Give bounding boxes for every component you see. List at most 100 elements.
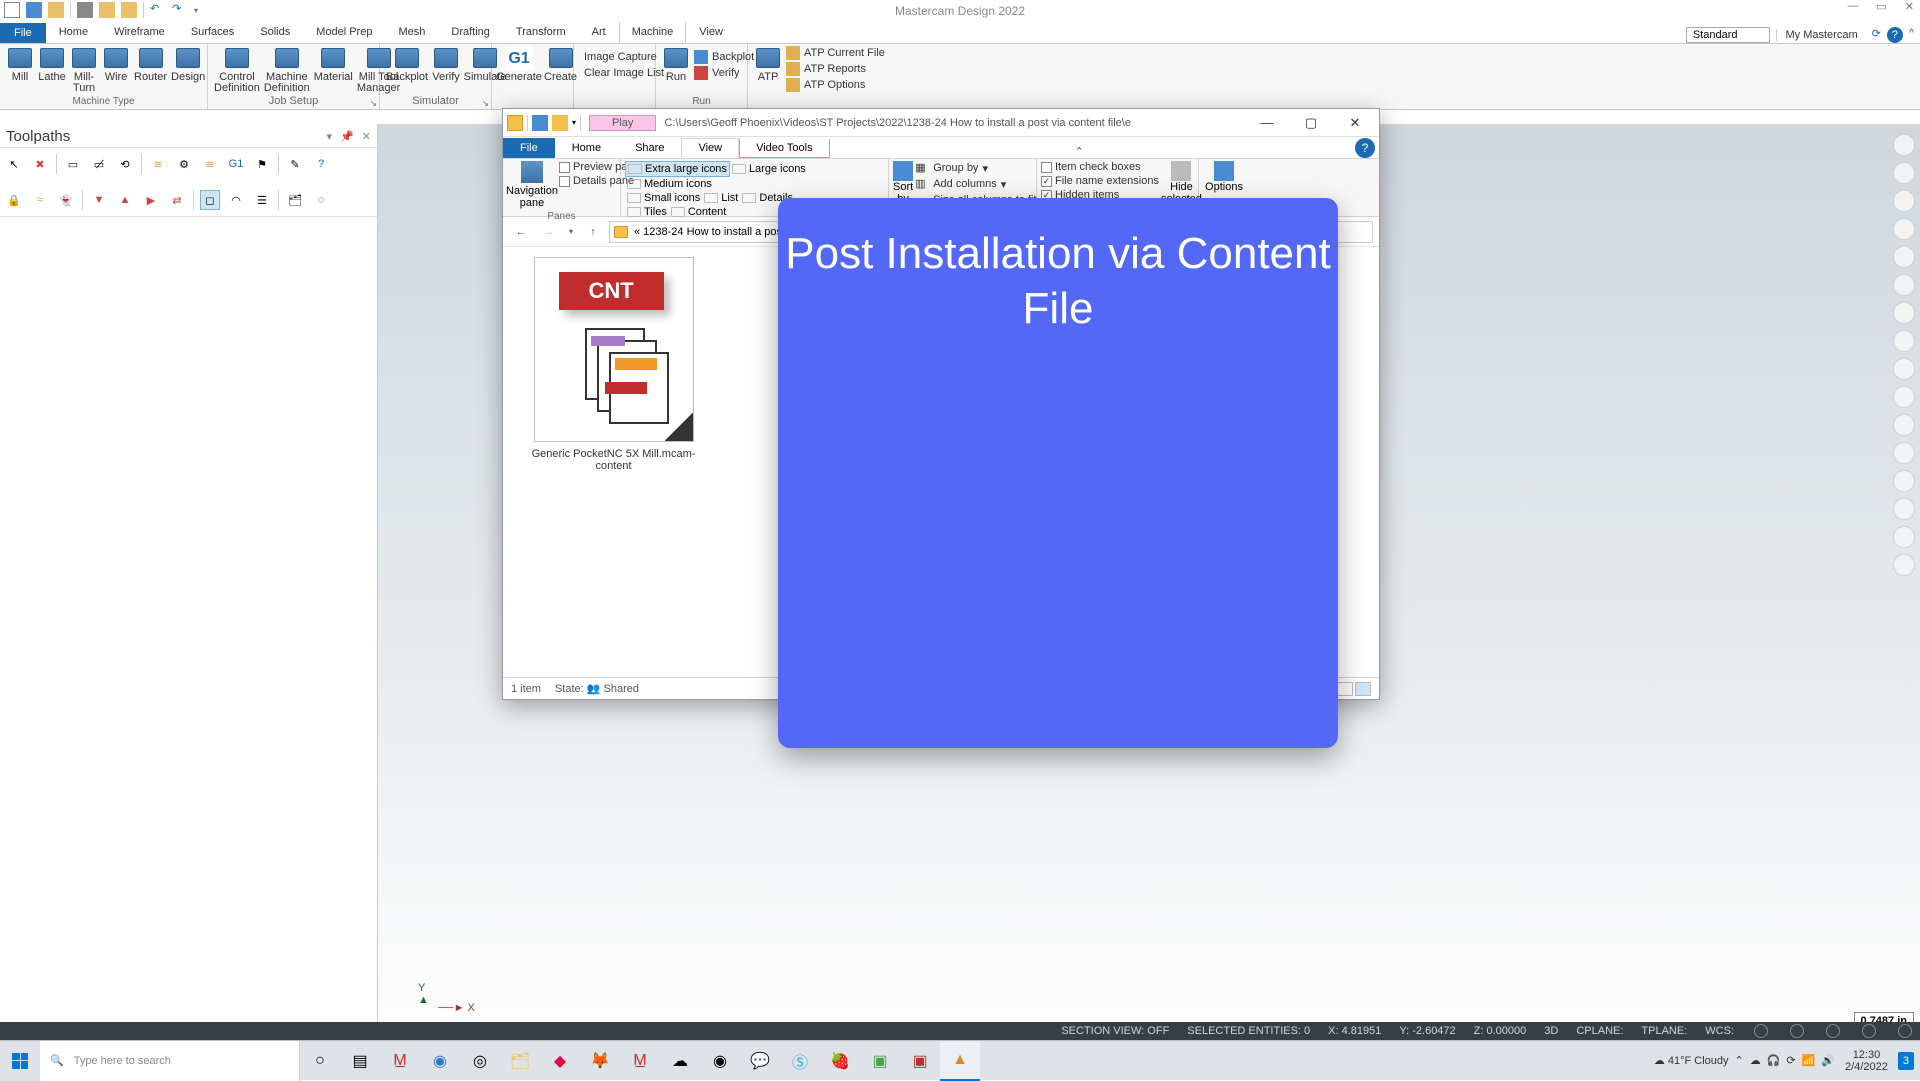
notifications-icon[interactable]: 3 [1898, 1052, 1914, 1070]
tray-headset-icon[interactable]: 🎧 [1767, 1054, 1781, 1067]
status-orb1-icon[interactable] [1754, 1024, 1768, 1038]
group-by-button[interactable]: ▦Group by ▾ [915, 161, 1036, 175]
app-cloud-icon[interactable]: ☁ [660, 1041, 700, 1081]
generate-button[interactable]: G1Generate [498, 46, 540, 83]
tp-x-icon[interactable]: ✖ [30, 154, 50, 174]
create-button[interactable]: Create [544, 46, 577, 83]
tp-explode-icon[interactable]: ≋ [148, 154, 168, 174]
tab-model-prep[interactable]: Model Prep [303, 21, 385, 43]
status-orb2-icon[interactable] [1790, 1024, 1804, 1038]
app-skype-icon[interactable]: Ⓢ [780, 1041, 820, 1081]
tp-help-icon[interactable]: ? [311, 154, 331, 174]
explorer-minimize-button[interactable]: — [1245, 109, 1289, 137]
rail-more5[interactable] [1893, 554, 1915, 576]
tp-stack-icon[interactable]: ≋ [200, 154, 220, 174]
explorer-tab-home[interactable]: Home [555, 138, 618, 158]
rail-zoom-plus[interactable] [1893, 134, 1915, 156]
style-selector[interactable]: Standard [1686, 27, 1771, 43]
app-vlc-icon[interactable]: ▲ [940, 1041, 980, 1081]
qat-new-icon[interactable] [4, 2, 20, 18]
tp-list-icon[interactable]: ☰ [252, 190, 272, 210]
maximize-button[interactable]: ▭ [1876, 0, 1886, 13]
rail-view[interactable] [1893, 330, 1915, 352]
tab-mesh[interactable]: Mesh [385, 21, 438, 43]
tray-onedrive-icon[interactable]: ☁ [1750, 1054, 1761, 1067]
atp-button[interactable]: ATP [754, 46, 782, 92]
layout-small[interactable]: Small icons [625, 191, 702, 205]
machine-definition-button[interactable]: MachineDefinition [264, 46, 310, 94]
layout-extralarge[interactable]: Extra large icons [625, 161, 730, 177]
app-camtasia-icon[interactable]: ▣ [860, 1041, 900, 1081]
tray-sync-icon[interactable]: ⟳ [1786, 1054, 1795, 1067]
tp-swap-icon[interactable]: ⇄ [167, 190, 187, 210]
app-firefox-icon[interactable]: 🦊 [580, 1041, 620, 1081]
rail-shade[interactable] [1893, 358, 1915, 380]
simulator-launcher-icon[interactable]: ↘ [481, 98, 489, 109]
tp-cursor-icon[interactable]: ↖ [4, 154, 24, 174]
tp-deselect-icon[interactable]: ▭̸ [89, 154, 109, 174]
wire-button[interactable]: Wire [102, 46, 130, 94]
layout-large[interactable]: Large icons [730, 161, 808, 177]
rail-wireframe[interactable] [1893, 386, 1915, 408]
qat-print-icon[interactable] [77, 2, 93, 18]
run-verify-button[interactable]: Verify [694, 66, 754, 80]
router-button[interactable]: Router [134, 46, 167, 94]
tab-surfaces[interactable]: Surfaces [178, 21, 247, 43]
close-button[interactable]: ✕ [1905, 0, 1914, 13]
rail-rotate[interactable] [1893, 246, 1915, 268]
atp-options-button[interactable]: ATP Options [786, 78, 885, 92]
app-explorer-icon[interactable]: 🗂 [500, 1041, 540, 1081]
qat-redo-icon[interactable]: ↷ [172, 2, 188, 18]
qat-folder-icon[interactable] [121, 2, 137, 18]
nav-back-button[interactable]: ← [509, 220, 533, 244]
status-tplane[interactable]: TPLANE: [1641, 1025, 1687, 1037]
item-checkboxes-toggle[interactable]: Item check boxes [1041, 161, 1159, 173]
tab-transform[interactable]: Transform [503, 21, 579, 43]
tray-chevron-icon[interactable]: ⌃ [1735, 1054, 1744, 1067]
rail-more3[interactable] [1893, 498, 1915, 520]
tab-solids[interactable]: Solids [247, 21, 303, 43]
status-cplane[interactable]: CPLANE: [1576, 1025, 1623, 1037]
status-mode[interactable]: 3D [1544, 1025, 1558, 1037]
taskbar-search[interactable]: 🔍 Type here to search [40, 1041, 300, 1081]
add-columns-button[interactable]: ▥Add columns ▾ [915, 177, 1036, 191]
explorer-props-icon[interactable] [532, 115, 548, 131]
rail-more4[interactable] [1893, 526, 1915, 548]
help-icon[interactable]: ? [1887, 27, 1903, 43]
file-item[interactable]: CNT Generic PocketNC 5X Mill.mcam-conten… [521, 257, 706, 472]
my-mastercam-link[interactable]: My Mastercam [1776, 29, 1865, 41]
tp-ghost-icon[interactable]: 👻 [56, 190, 76, 210]
layout-list[interactable]: List [702, 191, 740, 205]
tab-file[interactable]: File [0, 23, 46, 43]
tp-tree-icon[interactable]: 🗂 [285, 190, 305, 210]
status-orb5-icon[interactable] [1898, 1024, 1912, 1038]
explorer-help-icon[interactable]: ? [1355, 138, 1375, 158]
panel-dropdown-icon[interactable]: ▾ [327, 130, 333, 143]
tp-right-icon[interactable]: ▶ [141, 190, 161, 210]
run-button[interactable]: Run [662, 46, 690, 83]
tab-view[interactable]: View [686, 21, 736, 43]
tp-g1-icon[interactable]: G1 [226, 154, 246, 174]
explorer-newfolder-icon[interactable] [552, 115, 568, 131]
tray-wifi-icon[interactable]: 📶 [1802, 1054, 1816, 1067]
clear-image-list-button[interactable]: Clear Image List [580, 66, 649, 80]
tp-pencil-icon[interactable]: ✎ [285, 154, 305, 174]
qat-dropdown-icon[interactable]: ▾ [194, 6, 198, 15]
qat-save-icon[interactable] [26, 2, 42, 18]
qat-undo-icon[interactable]: ↶ [150, 2, 166, 18]
tp-down-icon[interactable]: ▼ [89, 190, 109, 210]
tray-volume-icon[interactable]: 🔊 [1821, 1054, 1835, 1067]
filename-ext-toggle[interactable]: ✓File name extensions [1041, 175, 1159, 187]
mill-turn-button[interactable]: Mill-Turn [70, 46, 98, 94]
job-setup-launcher-icon[interactable]: ↘ [369, 98, 377, 109]
app-mastercam22b-icon[interactable]: M̲ [620, 1041, 660, 1081]
backplot-button[interactable]: Backplot [386, 46, 428, 83]
weather-widget[interactable]: ☁ 41°F Cloudy [1654, 1054, 1729, 1067]
tp-select-icon[interactable]: ▭ [63, 154, 83, 174]
explorer-tab-file[interactable]: File [503, 138, 555, 158]
panel-pin-icon[interactable]: 📌 [340, 130, 354, 143]
app-edge-icon[interactable]: ◉ [420, 1041, 460, 1081]
rail-more1[interactable] [1893, 442, 1915, 464]
tab-art[interactable]: Art [579, 21, 619, 43]
rail-zoom-fit[interactable] [1893, 162, 1915, 184]
